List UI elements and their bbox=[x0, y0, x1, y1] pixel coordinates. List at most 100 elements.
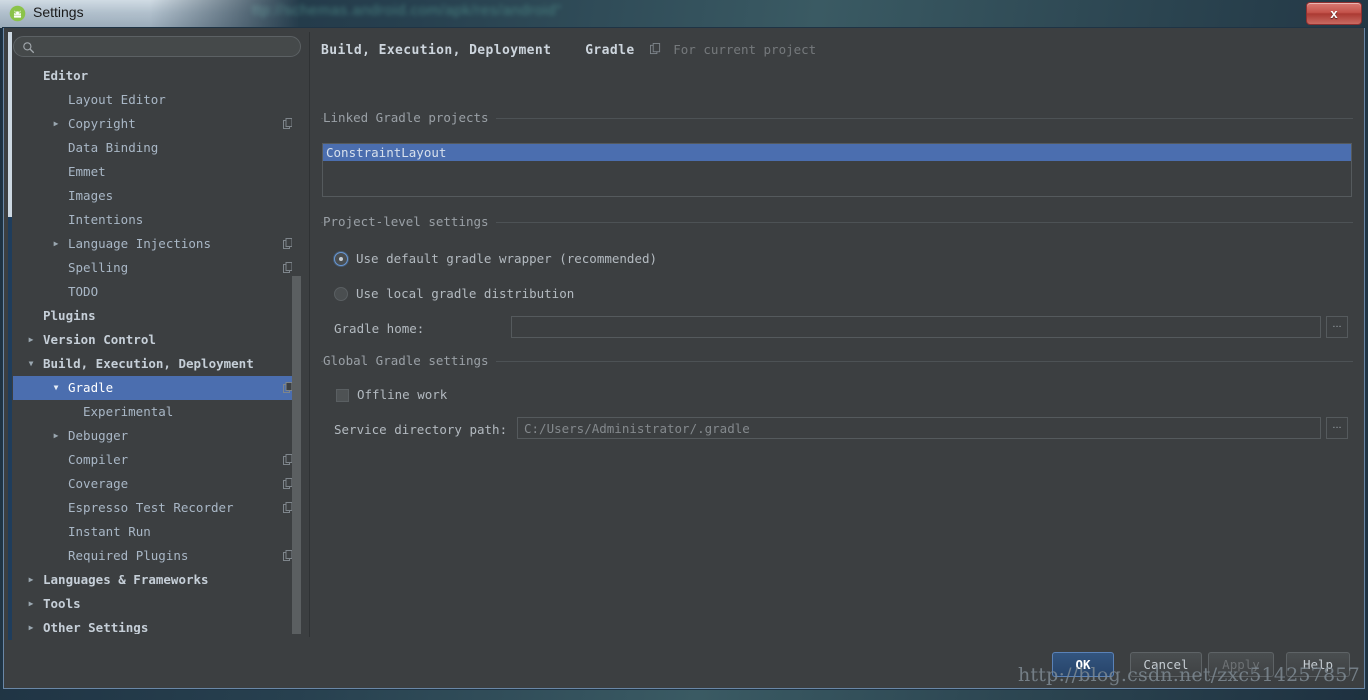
breadcrumb-main[interactable]: Build, Execution, Deployment bbox=[321, 43, 551, 58]
sidebar-item-spelling[interactable]: Spelling bbox=[13, 256, 301, 280]
sidebar-item-label: Other Settings bbox=[43, 620, 149, 634]
sidebar-item-debugger[interactable]: ▶ Debugger bbox=[13, 424, 301, 448]
panel-divider bbox=[309, 32, 310, 637]
sidebar-item-tools[interactable]: ▶ Tools bbox=[13, 592, 301, 616]
section-header: Project-level settings bbox=[321, 214, 1353, 230]
radio-label: Use local gradle distribution bbox=[356, 286, 575, 301]
search-box[interactable] bbox=[13, 36, 301, 58]
radio-label: Use default gradle wrapper (recommended) bbox=[356, 251, 658, 266]
chevron-down-icon[interactable]: ▼ bbox=[50, 376, 62, 400]
search-icon bbox=[23, 42, 35, 54]
sidebar-item-coverage[interactable]: Coverage bbox=[13, 472, 301, 496]
sidebar-item-espresso-test-recorder[interactable]: Espresso Test Recorder bbox=[13, 496, 301, 520]
sidebar-item-label: Languages & Frameworks bbox=[43, 572, 209, 587]
sidebar-scrollbar-thumb[interactable] bbox=[292, 276, 301, 634]
sidebar-item-emmet[interactable]: Emmet bbox=[13, 160, 301, 184]
watermark-text: http://blog.csdn.net/zxc514257857 bbox=[1018, 664, 1360, 686]
android-studio-icon bbox=[9, 5, 26, 22]
sidebar-item-images[interactable]: Images bbox=[13, 184, 301, 208]
chevron-right-icon[interactable]: ▶ bbox=[25, 328, 37, 352]
breadcrumb: Build, Execution, Deployment Gradle For … bbox=[321, 42, 816, 58]
sidebar-item-label: Copyright bbox=[68, 116, 136, 131]
chevron-right-icon[interactable]: ▶ bbox=[25, 592, 37, 616]
sidebar-item-label: Spelling bbox=[68, 260, 129, 275]
sidebar-item-label: Emmet bbox=[68, 164, 106, 179]
chevron-right-icon[interactable]: ▶ bbox=[50, 424, 62, 448]
sidebar-item-required-plugins[interactable]: Required Plugins bbox=[13, 544, 301, 568]
sidebar-item-gradle[interactable]: ▼ Gradle bbox=[13, 376, 301, 400]
sidebar-item-layout-editor[interactable]: Layout Editor bbox=[13, 88, 301, 112]
section-header: Linked Gradle projects bbox=[321, 110, 1353, 126]
section-title-global-settings: Global Gradle settings bbox=[323, 353, 496, 368]
sidebar-item-label: Intentions bbox=[68, 212, 144, 227]
section-title-linked-projects: Linked Gradle projects bbox=[323, 110, 496, 125]
section-global-settings: Global Gradle settings bbox=[321, 353, 1353, 369]
sidebar-item-compiler[interactable]: Compiler bbox=[13, 448, 301, 472]
sidebar-item-editor[interactable]: Editor bbox=[13, 64, 301, 88]
sidebar-item-experimental[interactable]: Experimental bbox=[13, 400, 301, 424]
sidebar-item-version-control[interactable]: ▶ Version Control bbox=[13, 328, 301, 352]
checkbox-label: Offline work bbox=[357, 387, 448, 402]
gradle-home-browse-button[interactable]: ... bbox=[1326, 316, 1348, 338]
window-titlebar: Settings bbox=[0, 0, 1368, 28]
sidebar-item-label: Experimental bbox=[83, 404, 174, 419]
sidebar-edge-dark bbox=[8, 217, 12, 641]
sidebar-edge-light bbox=[8, 32, 12, 217]
settings-sidebar: Editor Layout Editor ▶ Copyright Data Bindin… bbox=[8, 32, 308, 641]
sidebar-item-label: Editor bbox=[43, 68, 89, 83]
sidebar-scrollbar-track[interactable] bbox=[292, 64, 301, 634]
sidebar-item-label: Required Plugins bbox=[68, 548, 189, 563]
sidebar-item-label: Build, Execution, Deployment bbox=[43, 356, 254, 371]
sidebar-item-instant-run[interactable]: Instant Run bbox=[13, 520, 301, 544]
chevron-right-icon[interactable]: ▶ bbox=[25, 568, 37, 592]
sidebar-item-intentions[interactable]: Intentions bbox=[13, 208, 301, 232]
sidebar-item-label: Language Injections bbox=[68, 236, 211, 251]
linked-projects-list[interactable]: ConstraintLayout bbox=[322, 143, 1352, 197]
breadcrumb-sub: Gradle bbox=[585, 43, 635, 58]
settings-content-panel: Build, Execution, Deployment Gradle For … bbox=[312, 32, 1362, 637]
radio-indicator-selected bbox=[334, 252, 348, 266]
browse-ellipsis-icon: ... bbox=[1332, 419, 1342, 431]
close-button[interactable]: x bbox=[1306, 2, 1362, 25]
project-scope-icon bbox=[650, 43, 661, 55]
search-input[interactable] bbox=[40, 39, 296, 58]
checkbox-indicator bbox=[336, 389, 349, 402]
chevron-down-icon[interactable]: ▼ bbox=[25, 352, 37, 376]
section-project-level: Project-level settings bbox=[321, 214, 1353, 230]
sidebar-item-languages-frameworks[interactable]: ▶ Languages & Frameworks bbox=[13, 568, 301, 592]
list-item[interactable]: ConstraintLayout bbox=[323, 144, 1351, 161]
chevron-right-icon[interactable]: ▶ bbox=[25, 616, 37, 634]
settings-window: Settings x Editor Layout Editor ▶ Copyright… bbox=[0, 0, 1368, 692]
chevron-right-icon[interactable]: ▶ bbox=[50, 112, 62, 136]
sidebar-item-other-settings[interactable]: ▶ Other Settings bbox=[13, 616, 301, 634]
gradle-home-input[interactable] bbox=[511, 316, 1321, 338]
window-title: Settings bbox=[33, 4, 84, 20]
sidebar-item-label: Gradle bbox=[68, 380, 114, 395]
service-directory-input[interactable] bbox=[517, 417, 1321, 439]
sidebar-item-build-execution-deployment[interactable]: ▼ Build, Execution, Deployment bbox=[13, 352, 301, 376]
settings-tree-rows: Editor Layout Editor ▶ Copyright Data Bindin… bbox=[13, 64, 301, 634]
section-title-project-level: Project-level settings bbox=[323, 214, 496, 229]
browse-ellipsis-icon: ... bbox=[1332, 318, 1342, 330]
sidebar-item-plugins[interactable]: Plugins bbox=[13, 304, 301, 328]
settings-dialog: Editor Layout Editor ▶ Copyright Data Bindin… bbox=[3, 28, 1365, 689]
sidebar-item-label: Version Control bbox=[43, 332, 156, 347]
settings-tree: Editor Layout Editor ▶ Copyright Data Bindin… bbox=[13, 64, 301, 634]
sidebar-item-label: Layout Editor bbox=[68, 92, 166, 107]
sidebar-item-copyright[interactable]: ▶ Copyright bbox=[13, 112, 301, 136]
sidebar-item-label: Instant Run bbox=[68, 524, 151, 539]
sidebar-item-label: Compiler bbox=[68, 452, 129, 467]
sidebar-item-label: Tools bbox=[43, 596, 81, 611]
sidebar-item-language-injections[interactable]: ▶ Language Injections bbox=[13, 232, 301, 256]
service-directory-label: Service directory path: bbox=[334, 422, 508, 437]
section-header: Global Gradle settings bbox=[321, 353, 1353, 369]
sidebar-item-label: Plugins bbox=[43, 308, 96, 323]
breadcrumb-note: For current project bbox=[673, 42, 817, 57]
gradle-home-label: Gradle home: bbox=[334, 321, 425, 336]
chevron-right-icon[interactable]: ▶ bbox=[50, 232, 62, 256]
service-directory-browse-button[interactable]: ... bbox=[1326, 417, 1348, 439]
radio-indicator-unselected bbox=[334, 287, 348, 301]
sidebar-item-todo[interactable]: TODO bbox=[13, 280, 301, 304]
dialog-inner: Editor Layout Editor ▶ Copyright Data Bindin… bbox=[4, 28, 1364, 688]
sidebar-item-data-binding[interactable]: Data Binding bbox=[13, 136, 301, 160]
